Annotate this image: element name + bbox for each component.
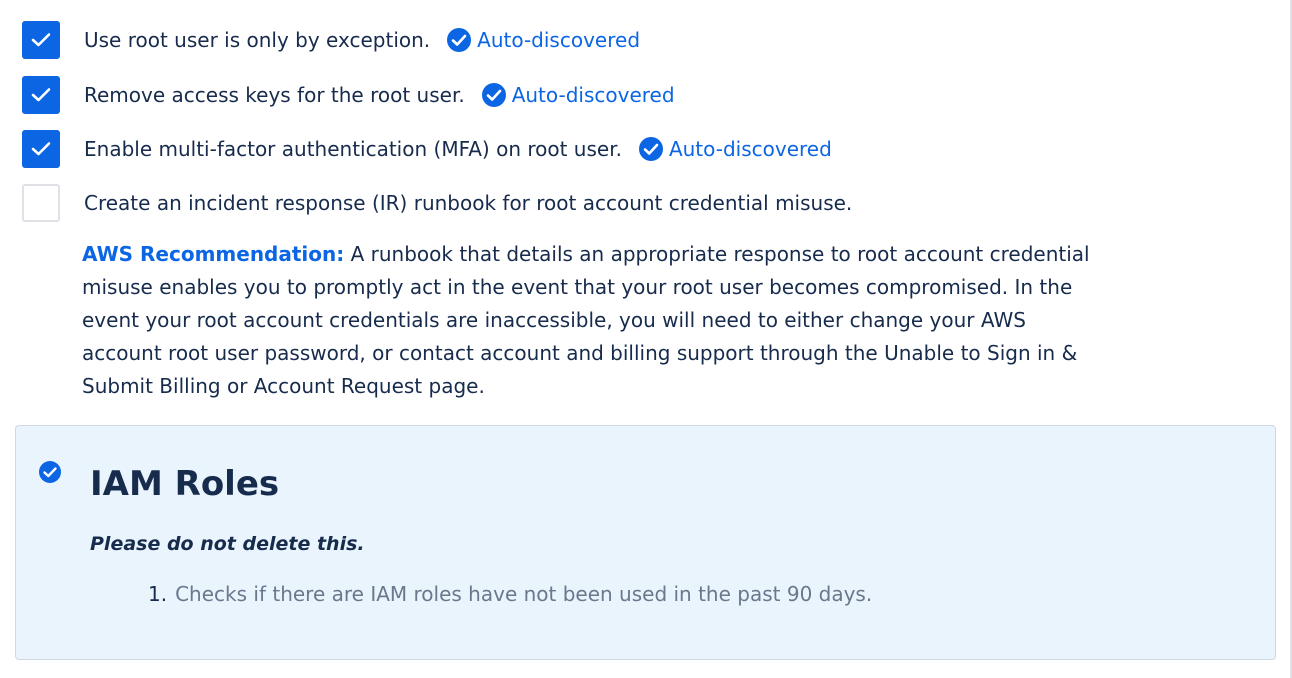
- checkbox-enable-mfa[interactable]: [22, 130, 60, 168]
- recommendation-line: AWS Recommendation: A runbook that detai…: [82, 238, 1292, 271]
- checklist-item-ir-runbook: Create an incident response (IR) runbook…: [22, 184, 852, 222]
- auto-discovered-label: Auto-discovered: [668, 137, 832, 161]
- auto-discovered-badge: Auto-discovered: [446, 27, 640, 53]
- recommendation-text: A runbook that details an appropriate re…: [344, 242, 1090, 266]
- page: Use root user is only by exception. Auto…: [0, 0, 1292, 678]
- auto-discovered-badge: Auto-discovered: [481, 82, 675, 108]
- recommendation-line: misuse enables you to promptly act in th…: [82, 275, 1073, 299]
- checkmark-icon: [31, 142, 51, 156]
- auto-discovered-badge: Auto-discovered: [638, 136, 832, 162]
- check-circle-icon: [638, 137, 663, 161]
- checklist-item-enable-mfa: Enable multi-factor authentication (MFA)…: [22, 130, 832, 168]
- checklist-item-label: Remove access keys for the root user.: [84, 83, 465, 107]
- recommendation-label: AWS Recommendation:: [82, 242, 345, 266]
- auto-discovered-label: Auto-discovered: [477, 28, 641, 52]
- panel-note: Please do not delete this.: [90, 533, 365, 555]
- check-circle-icon: [447, 28, 472, 52]
- list-item-number: 1.: [148, 582, 168, 606]
- auto-discovered-label: Auto-discovered: [511, 83, 675, 107]
- aws-recommendation: AWS Recommendation: A runbook that detai…: [82, 238, 1292, 403]
- recommendation-line: Submit Billing or Account Request page.: [82, 374, 485, 398]
- checkmark-icon: [31, 33, 51, 47]
- checklist-item-label: Create an incident response (IR) runbook…: [84, 191, 853, 215]
- list-item: 1. Checks if there are IAM roles have not…: [148, 582, 872, 606]
- checkbox-root-exception[interactable]: [22, 21, 60, 59]
- iam-roles-panel: IAM Roles Please do not delete this. 1. C…: [15, 425, 1276, 660]
- checklist-item-remove-access-keys: Remove access keys for the root user. Au…: [22, 76, 675, 114]
- checklist-item-label: Enable multi-factor authentication (MFA)…: [84, 137, 622, 161]
- panel-title: IAM Roles: [90, 464, 280, 504]
- checkbox-remove-access-keys[interactable]: [22, 76, 60, 114]
- checkmark-icon: [31, 88, 51, 102]
- recommendation-line: account root user password, or contact a…: [82, 341, 1078, 365]
- check-circle-icon: [39, 461, 61, 483]
- checkbox-ir-runbook[interactable]: [22, 184, 60, 222]
- checklist-item-label: Use root user is only by exception.: [84, 28, 431, 52]
- check-circle-icon: [481, 83, 506, 107]
- recommendation-line: event your root account credentials are …: [82, 308, 1026, 332]
- checklist-item-root-exception: Use root user is only by exception. Auto…: [22, 21, 640, 59]
- list-item-text: Checks if there are IAM roles have not b…: [175, 582, 873, 606]
